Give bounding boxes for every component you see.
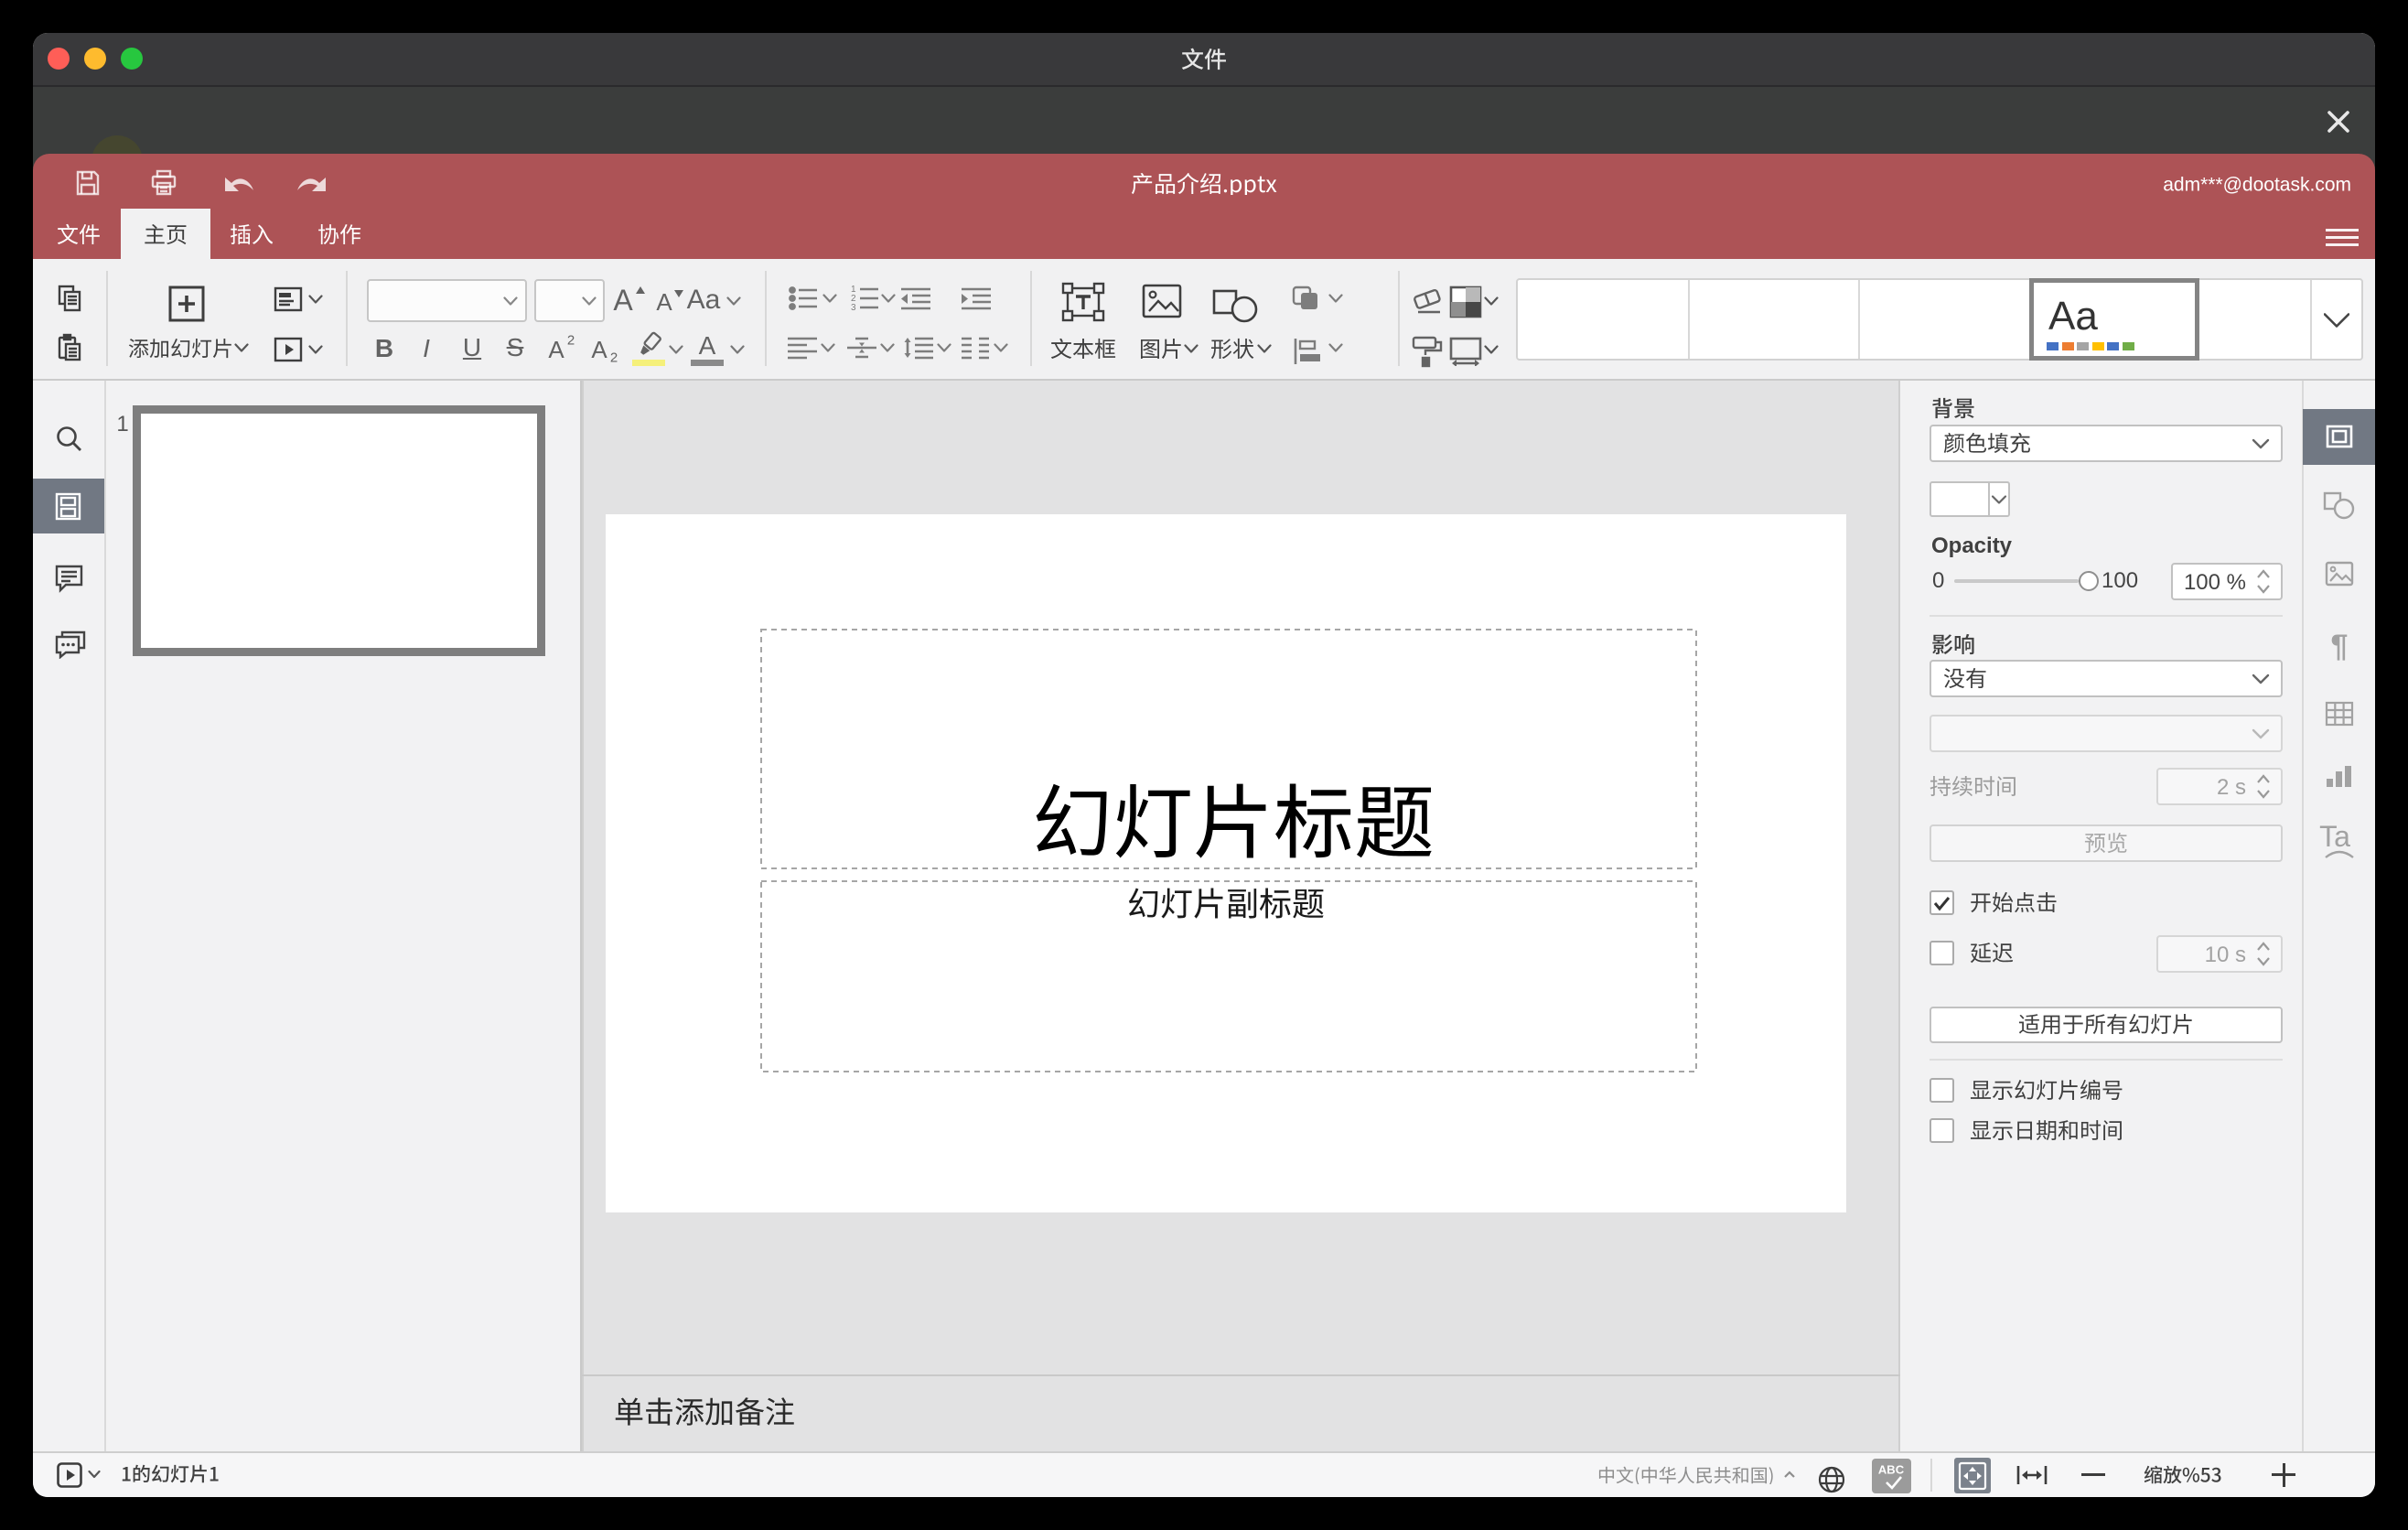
svg-text:3: 3	[851, 303, 856, 313]
